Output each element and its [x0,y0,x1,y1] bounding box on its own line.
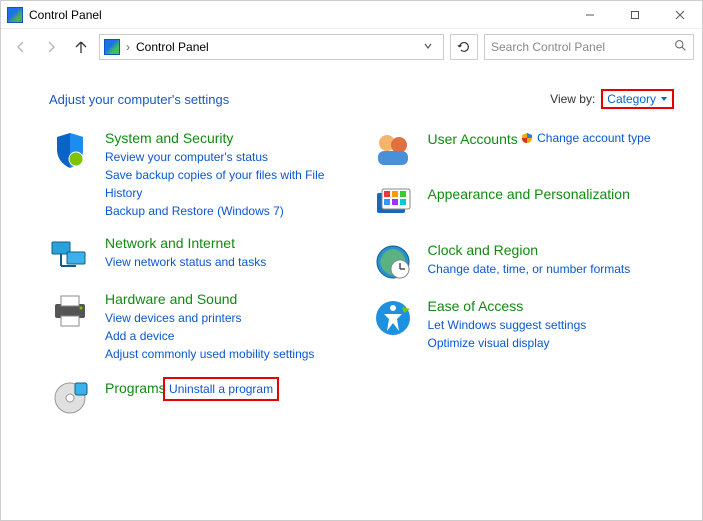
user-accounts-icon [372,129,414,171]
category-title[interactable]: Appearance and Personalization [428,186,630,202]
category-programs: Programs Uninstall a program [49,377,352,419]
maximize-button[interactable] [612,1,657,29]
category-link[interactable]: Let Windows suggest settings [428,316,587,334]
refresh-button[interactable] [450,34,478,60]
category-link[interactable]: Change account type [537,129,650,147]
chevron-right-icon[interactable]: › [124,40,132,54]
category-link[interactable]: Change date, time, or number formats [428,260,631,278]
forward-button[interactable] [39,35,63,59]
ease-of-access-icon [372,297,414,339]
category-appearance: Appearance and Personalization [372,185,675,227]
category-title[interactable]: Clock and Region [428,242,539,258]
view-by-value: Category [607,92,656,106]
shield-icon [49,129,91,171]
category-link[interactable]: Add a device [105,327,314,345]
category-title[interactable]: Hardware and Sound [105,291,237,307]
programs-icon [49,377,91,419]
control-panel-icon [7,7,23,23]
view-by-dropdown[interactable]: Category [607,92,668,106]
category-network-internet: Network and Internet View network status… [49,234,352,276]
right-column: User Accounts Change account type Appear… [372,129,675,433]
network-icon [49,234,91,276]
category-link[interactable]: View network status and tasks [105,253,266,271]
page-title: Adjust your computer's settings [49,92,229,107]
category-link[interactable]: Save backup copies of your files with Fi… [105,166,352,202]
address-bar[interactable]: › Control Panel [99,34,444,60]
category-link[interactable]: Adjust commonly used mobility settings [105,345,314,363]
title-bar: Control Panel [1,1,702,29]
category-title[interactable]: System and Security [105,130,233,146]
category-link[interactable]: Backup and Restore (Windows 7) [105,202,352,220]
breadcrumb[interactable]: Control Panel [136,40,209,54]
category-title[interactable]: User Accounts [428,131,518,147]
window-title: Control Panel [29,8,102,22]
category-user-accounts: User Accounts Change account type [372,129,675,171]
address-icon [104,39,120,55]
minimize-button[interactable] [567,1,612,29]
uninstall-program-link[interactable]: Uninstall a program [169,382,273,396]
view-by-label: View by: [550,92,595,106]
category-title[interactable]: Programs [105,380,166,396]
printer-icon [49,290,91,332]
close-button[interactable] [657,1,702,29]
appearance-icon [372,185,414,227]
category-ease-of-access: Ease of Access Let Windows suggest setti… [372,297,675,352]
search-icon[interactable] [674,39,687,55]
category-link[interactable]: View devices and printers [105,309,314,327]
address-dropdown[interactable] [417,40,439,54]
category-hardware-sound: Hardware and Sound View devices and prin… [49,290,352,363]
chevron-down-icon [660,95,668,103]
content-area: Adjust your computer's settings View by:… [1,65,702,433]
nav-row: › Control Panel [1,29,702,65]
view-by: View by: Category [550,89,674,109]
search-box[interactable] [484,34,694,60]
back-button[interactable] [9,35,33,59]
category-system-security: System and Security Review your computer… [49,129,352,220]
category-link[interactable]: Optimize visual display [428,334,587,352]
up-button[interactable] [69,35,93,59]
clock-icon [372,241,414,283]
left-column: System and Security Review your computer… [49,129,352,433]
category-clock-region: Clock and Region Change date, time, or n… [372,241,675,283]
uac-shield-icon [521,132,533,144]
search-input[interactable] [485,35,693,59]
category-title[interactable]: Ease of Access [428,298,524,314]
category-link[interactable]: Review your computer's status [105,148,352,166]
category-title[interactable]: Network and Internet [105,235,235,251]
